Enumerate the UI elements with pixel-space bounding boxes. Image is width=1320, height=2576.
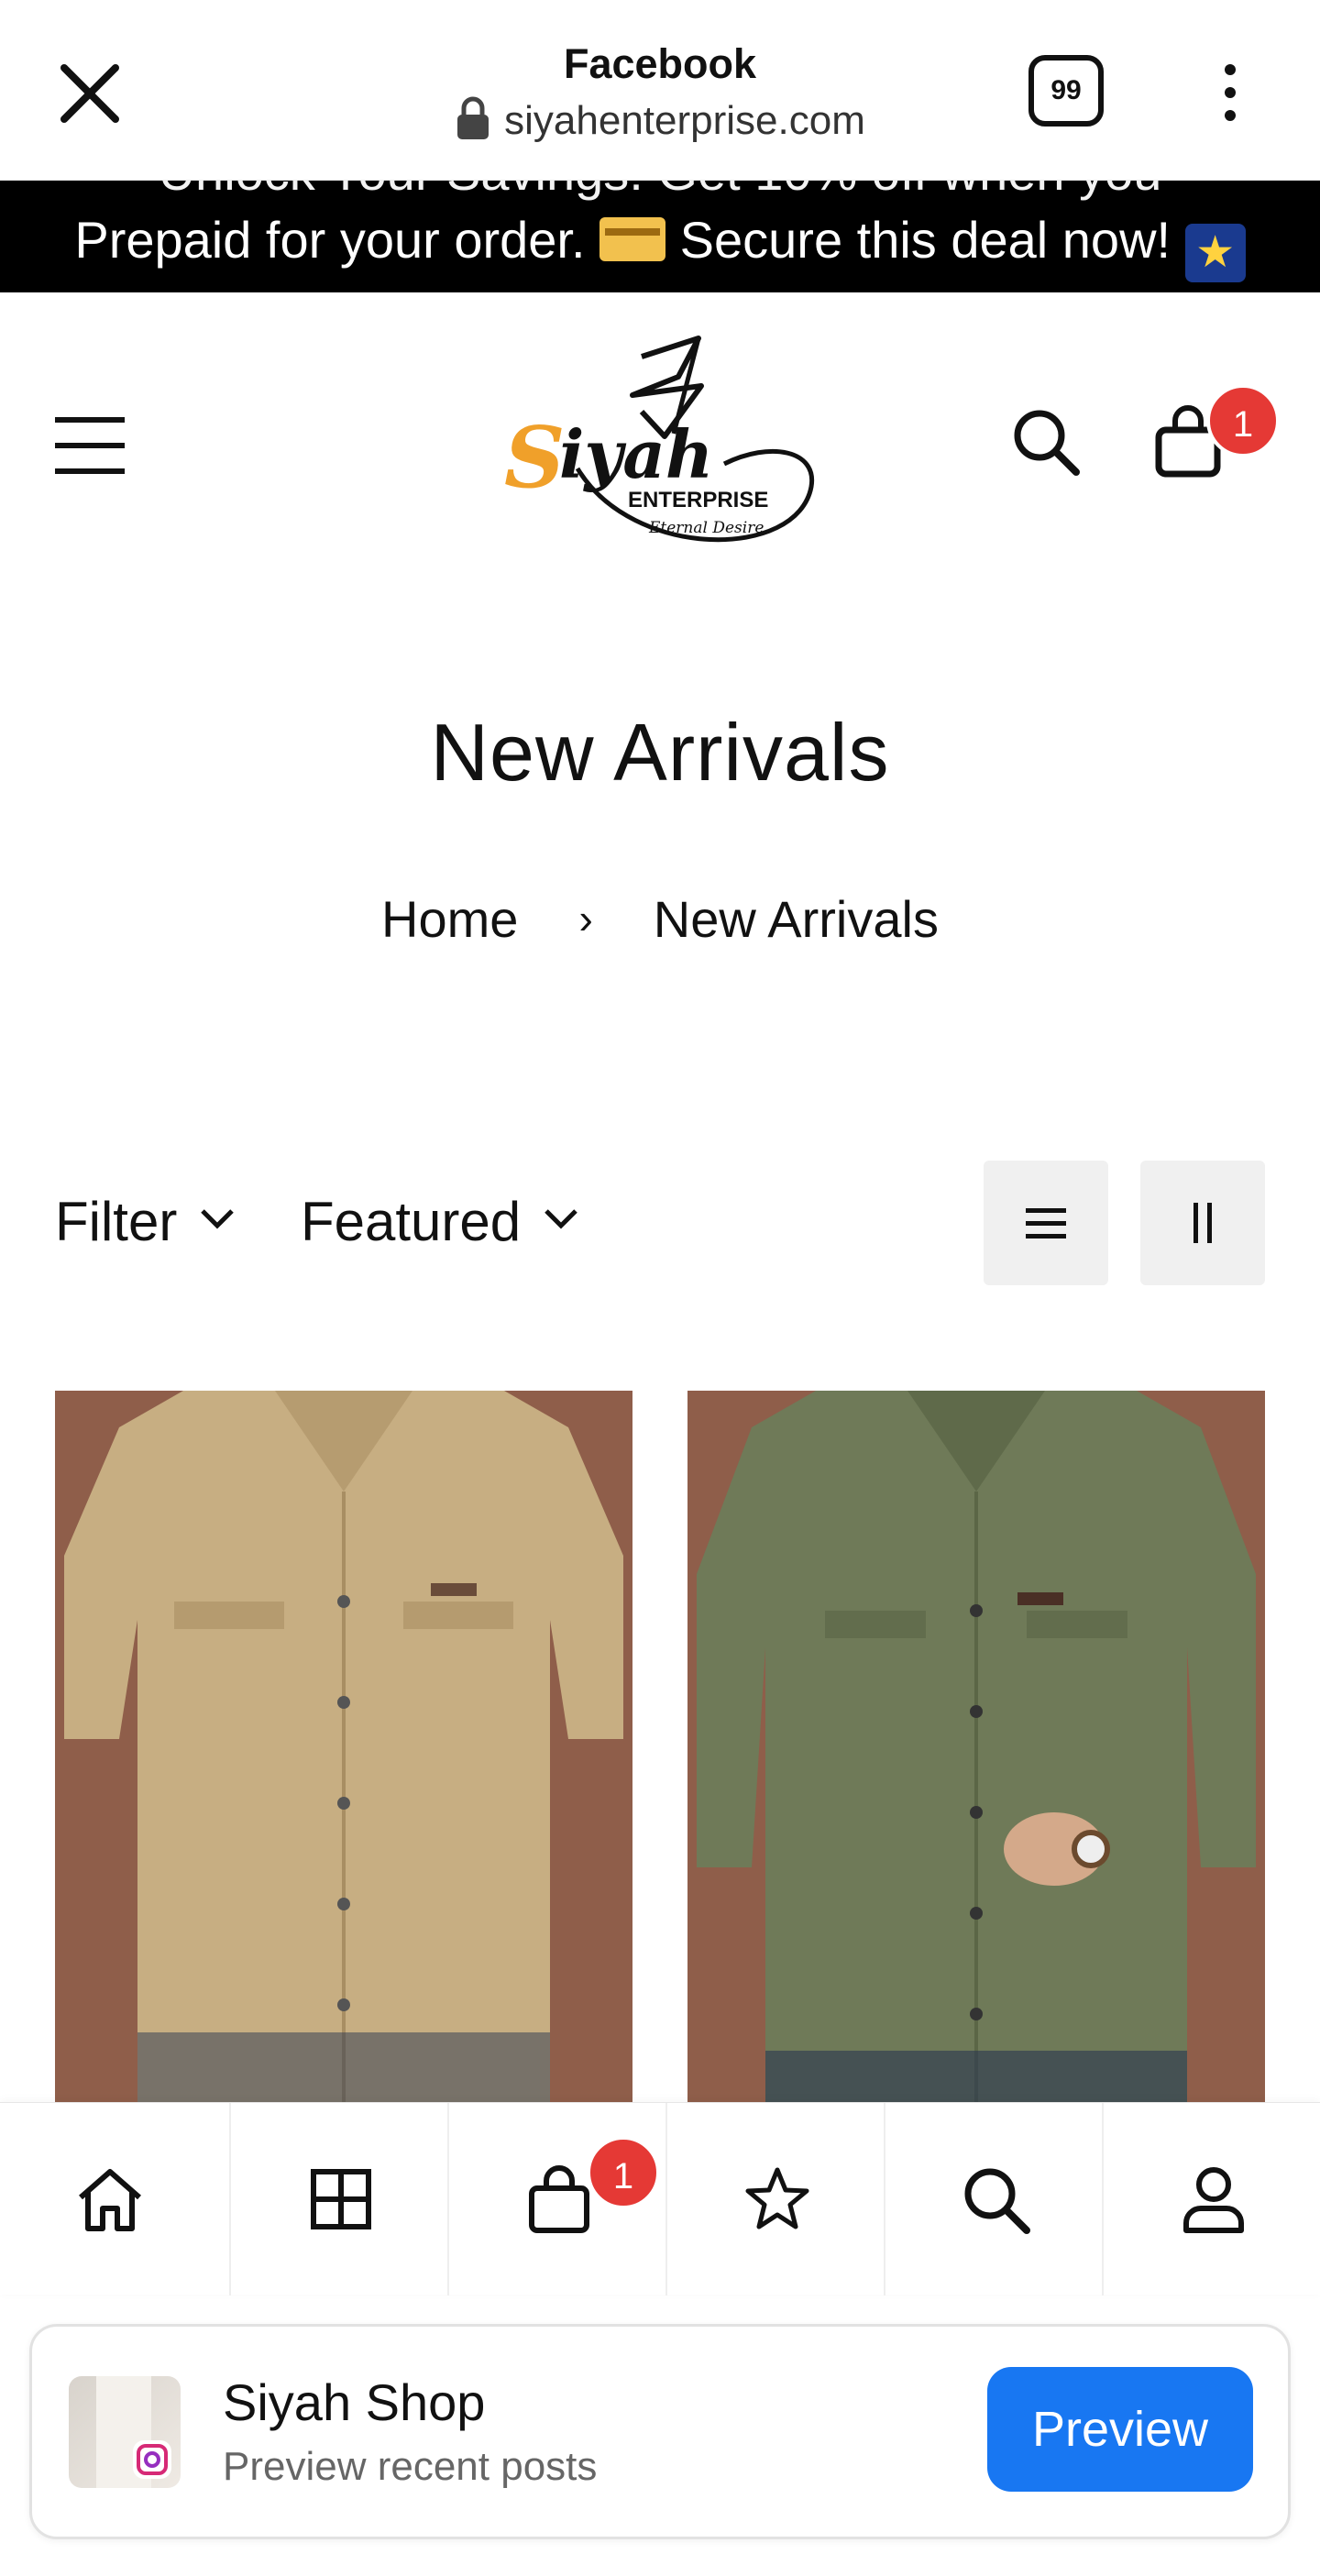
promo-text-b: Secure this deal now!	[679, 211, 1172, 269]
breadcrumb-current: New Arrivals	[653, 890, 939, 948]
product-card[interactable]	[688, 1391, 1265, 2106]
more-menu-icon[interactable]	[1210, 61, 1250, 125]
nav-cart-badge: 1	[587, 2136, 660, 2209]
credit-card-icon	[600, 217, 666, 261]
sort-dropdown[interactable]: Featured	[301, 1190, 581, 1253]
promo-banner: Unlock Your Savings: Get 10% off when yo…	[0, 181, 1320, 292]
grid-icon	[311, 2169, 371, 2229]
instagram-icon	[96, 2376, 171, 2488]
tab-count-button[interactable]: 99	[1028, 55, 1104, 127]
sort-label: Featured	[301, 1191, 522, 1252]
nav-cart[interactable]: 1	[447, 2103, 666, 2295]
lock-icon	[457, 96, 490, 139]
address-bar[interactable]: siyahenterprise.com	[0, 95, 1320, 144]
promo-line-2: Prepaid for your order. Secure this deal…	[0, 210, 1320, 282]
shop-subtitle: Preview recent posts	[223, 2444, 598, 2489]
product-image-khaki-shirt	[55, 1391, 632, 2106]
columns-icon	[1194, 1203, 1212, 1243]
breadcrumb-separator: ›	[578, 895, 593, 942]
search-icon[interactable]	[1008, 404, 1082, 478]
promo-line-1: Unlock Your Savings: Get 10% off when yo…	[0, 181, 1320, 202]
product-image-olive-shirt	[688, 1391, 1265, 2106]
url-text: siyahenterprise.com	[504, 98, 865, 143]
bottom-navigation: 1	[0, 2102, 1320, 2295]
breadcrumb-home[interactable]: Home	[381, 890, 518, 948]
nav-home[interactable]	[0, 2103, 218, 2295]
filter-dropdown[interactable]: Filter	[55, 1190, 237, 1253]
shop-avatar[interactable]	[69, 2376, 181, 2488]
menu-icon[interactable]	[55, 417, 125, 474]
user-icon	[1183, 2167, 1244, 2233]
store-header: S iyah ENTERPRISE Eternal Desire 1	[0, 292, 1320, 567]
promo-text-a: Prepaid for your order.	[74, 211, 586, 269]
svg-text:iyah: iyah	[559, 415, 713, 493]
bag-icon	[529, 2165, 589, 2233]
logo-tagline: Eternal Desire	[648, 519, 764, 537]
logo-sub: ENTERPRISE	[628, 488, 768, 512]
browser-toolbar: Facebook siyahenterprise.com 99	[0, 0, 1320, 181]
nav-search[interactable]	[884, 2103, 1102, 2295]
preview-button[interactable]: Preview	[987, 2367, 1253, 2492]
home-icon	[79, 2169, 141, 2231]
star-emoji-icon: ★	[1184, 224, 1246, 282]
chevron-down-icon	[201, 1209, 235, 1229]
facebook-page-card: Siyah Shop Preview recent posts Preview	[29, 2324, 1291, 2539]
list-icon	[1026, 1208, 1066, 1238]
nav-account[interactable]	[1102, 2103, 1320, 2295]
list-view-button[interactable]	[984, 1161, 1108, 1285]
product-card[interactable]	[55, 1391, 632, 2106]
star-icon	[745, 2167, 809, 2229]
brand-logo[interactable]: S iyah ENTERPRISE Eternal Desire	[495, 331, 825, 560]
grid-view-button[interactable]	[1140, 1161, 1265, 1285]
browser-title: Facebook	[563, 40, 757, 87]
filter-label: Filter	[55, 1191, 178, 1252]
breadcrumb: Home › New Arrivals	[0, 889, 1320, 949]
nav-wishlist[interactable]	[666, 2103, 884, 2295]
search-icon	[964, 2168, 1030, 2234]
svg-text:S: S	[504, 408, 565, 507]
shop-name: Siyah Shop	[223, 2373, 486, 2431]
nav-collections[interactable]	[229, 2103, 447, 2295]
chevron-down-icon	[544, 1209, 578, 1229]
collection-toolbar: Filter Featured	[0, 1161, 1320, 1285]
cart-count-badge: 1	[1206, 384, 1280, 457]
page-title: New Arrivals	[430, 707, 890, 798]
